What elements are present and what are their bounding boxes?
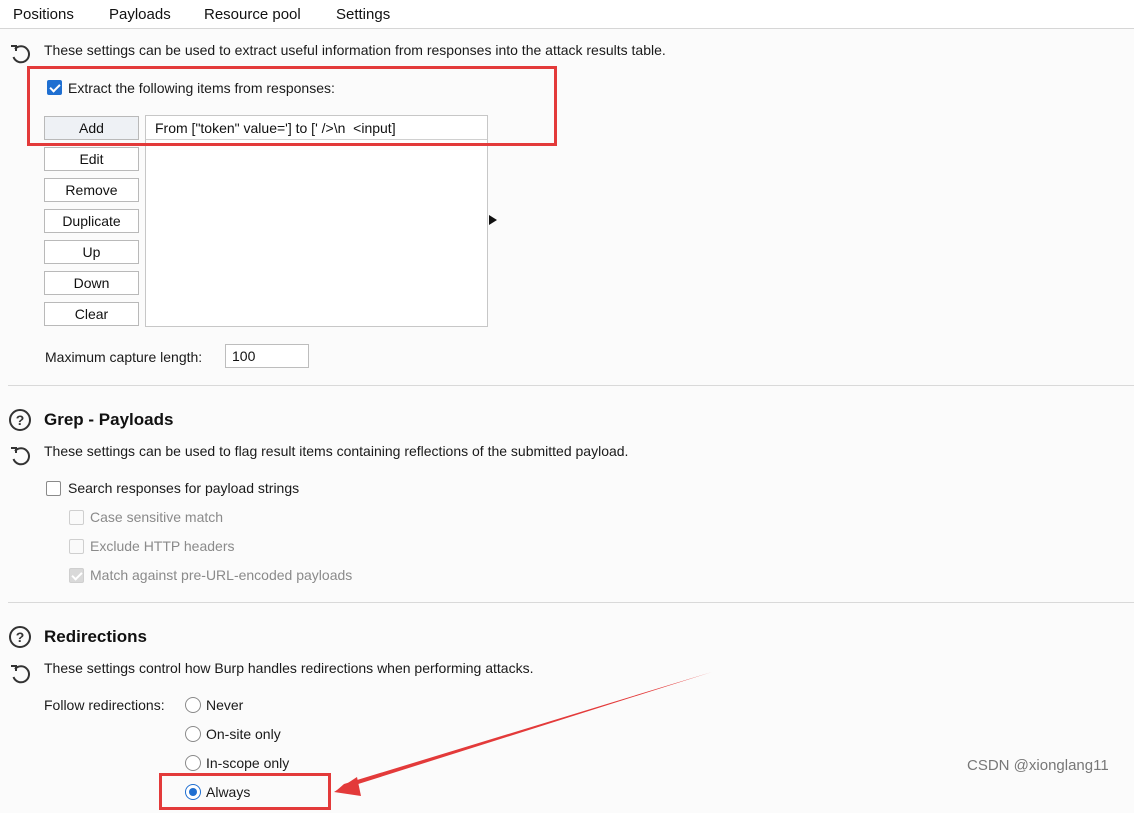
- annotation-arrow-icon: [334, 672, 712, 796]
- intruder-settings-window: Positions Payloads Resource pool Setting…: [0, 0, 1134, 813]
- watermark: CSDN @xionglang11: [967, 757, 1109, 774]
